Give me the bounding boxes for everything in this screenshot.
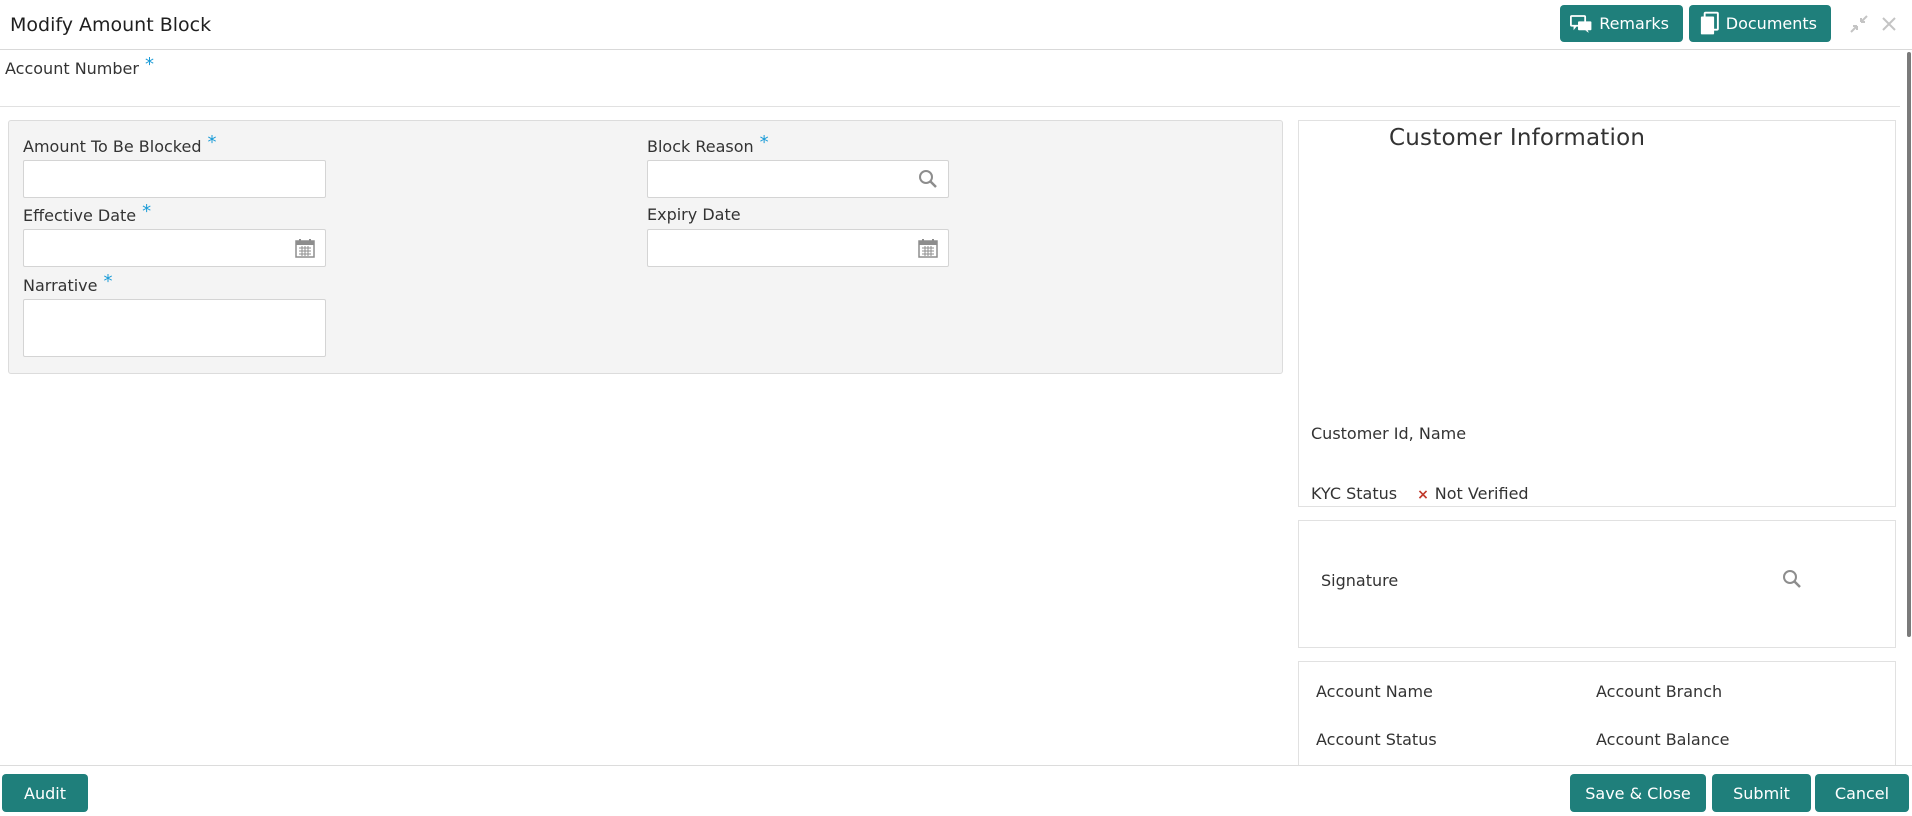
account-number-text: Account Number [5,59,139,78]
required-mark: * [207,132,217,153]
expiry-date-input[interactable] [647,229,949,267]
customer-id-name-label: Customer Id, Name [1311,424,1467,443]
required-mark: * [144,54,154,75]
required-mark: * [759,132,769,153]
collapse-icon[interactable] [1848,14,1870,36]
customer-information-panel: Customer Information Customer Id, Name K… [1298,120,1896,507]
kyc-status-row: KYC Status × Not Verified [1311,484,1529,503]
required-mark: * [103,271,113,292]
footer-bar: Audit Save & Close Submit Cancel [0,765,1912,816]
kyc-status-value: Not Verified [1434,484,1529,503]
remarks-button[interactable]: Remarks [1560,5,1683,42]
effective-date-label-text: Effective Date [23,206,137,225]
documents-button[interactable]: Documents [1689,5,1831,42]
narrative-textarea[interactable] [23,299,326,357]
calendar-icon[interactable] [918,238,938,262]
amount-block-form: Amount To Be Blocked * Block Reason * Effe… [8,120,1283,374]
account-branch-label: Account Branch [1596,682,1723,701]
effective-date-label: Effective Date * [23,201,151,226]
scrollbar-thumb[interactable] [1907,52,1911,637]
search-icon[interactable] [918,169,938,193]
customer-information-title: Customer Information [1389,125,1646,151]
signature-panel: Signature [1298,520,1896,648]
account-number-label: Account Number * [5,54,154,79]
effective-date-input[interactable] [23,229,326,267]
document-icon [1700,11,1719,34]
calendar-icon[interactable] [295,238,315,262]
documents-label: Documents [1725,14,1817,33]
block-reason-label: Block Reason * [647,132,769,157]
block-reason-label-text: Block Reason [647,137,754,156]
divider [0,106,1900,107]
narrative-label-text: Narrative [23,276,98,295]
audit-button[interactable]: Audit [2,774,88,812]
search-icon[interactable] [1782,569,1802,593]
page-title: Modify Amount Block [10,14,212,36]
kyc-status-label: KYC Status [1311,484,1398,503]
account-name-label: Account Name [1316,682,1433,701]
narrative-label: Narrative * [23,271,112,296]
submit-button[interactable]: Submit [1712,774,1811,812]
account-balance-label: Account Balance [1596,730,1730,749]
signature-label: Signature [1321,571,1399,590]
save-close-button[interactable]: Save & Close [1570,774,1706,812]
amount-label-text: Amount To Be Blocked [23,137,202,156]
amount-label: Amount To Be Blocked * [23,132,217,157]
cancel-button[interactable]: Cancel [1815,774,1909,812]
amount-input[interactable] [23,160,326,198]
remarks-label: Remarks [1599,14,1669,33]
chat-icon [1570,14,1592,33]
block-reason-input[interactable] [647,160,949,198]
account-status-label: Account Status [1316,730,1437,749]
close-icon[interactable] [1878,14,1900,36]
not-verified-icon: × [1417,487,1429,503]
expiry-date-label: Expiry Date [647,205,741,224]
page-header: Modify Amount Block Remarks Documents [0,0,1912,50]
required-mark: * [142,201,152,222]
